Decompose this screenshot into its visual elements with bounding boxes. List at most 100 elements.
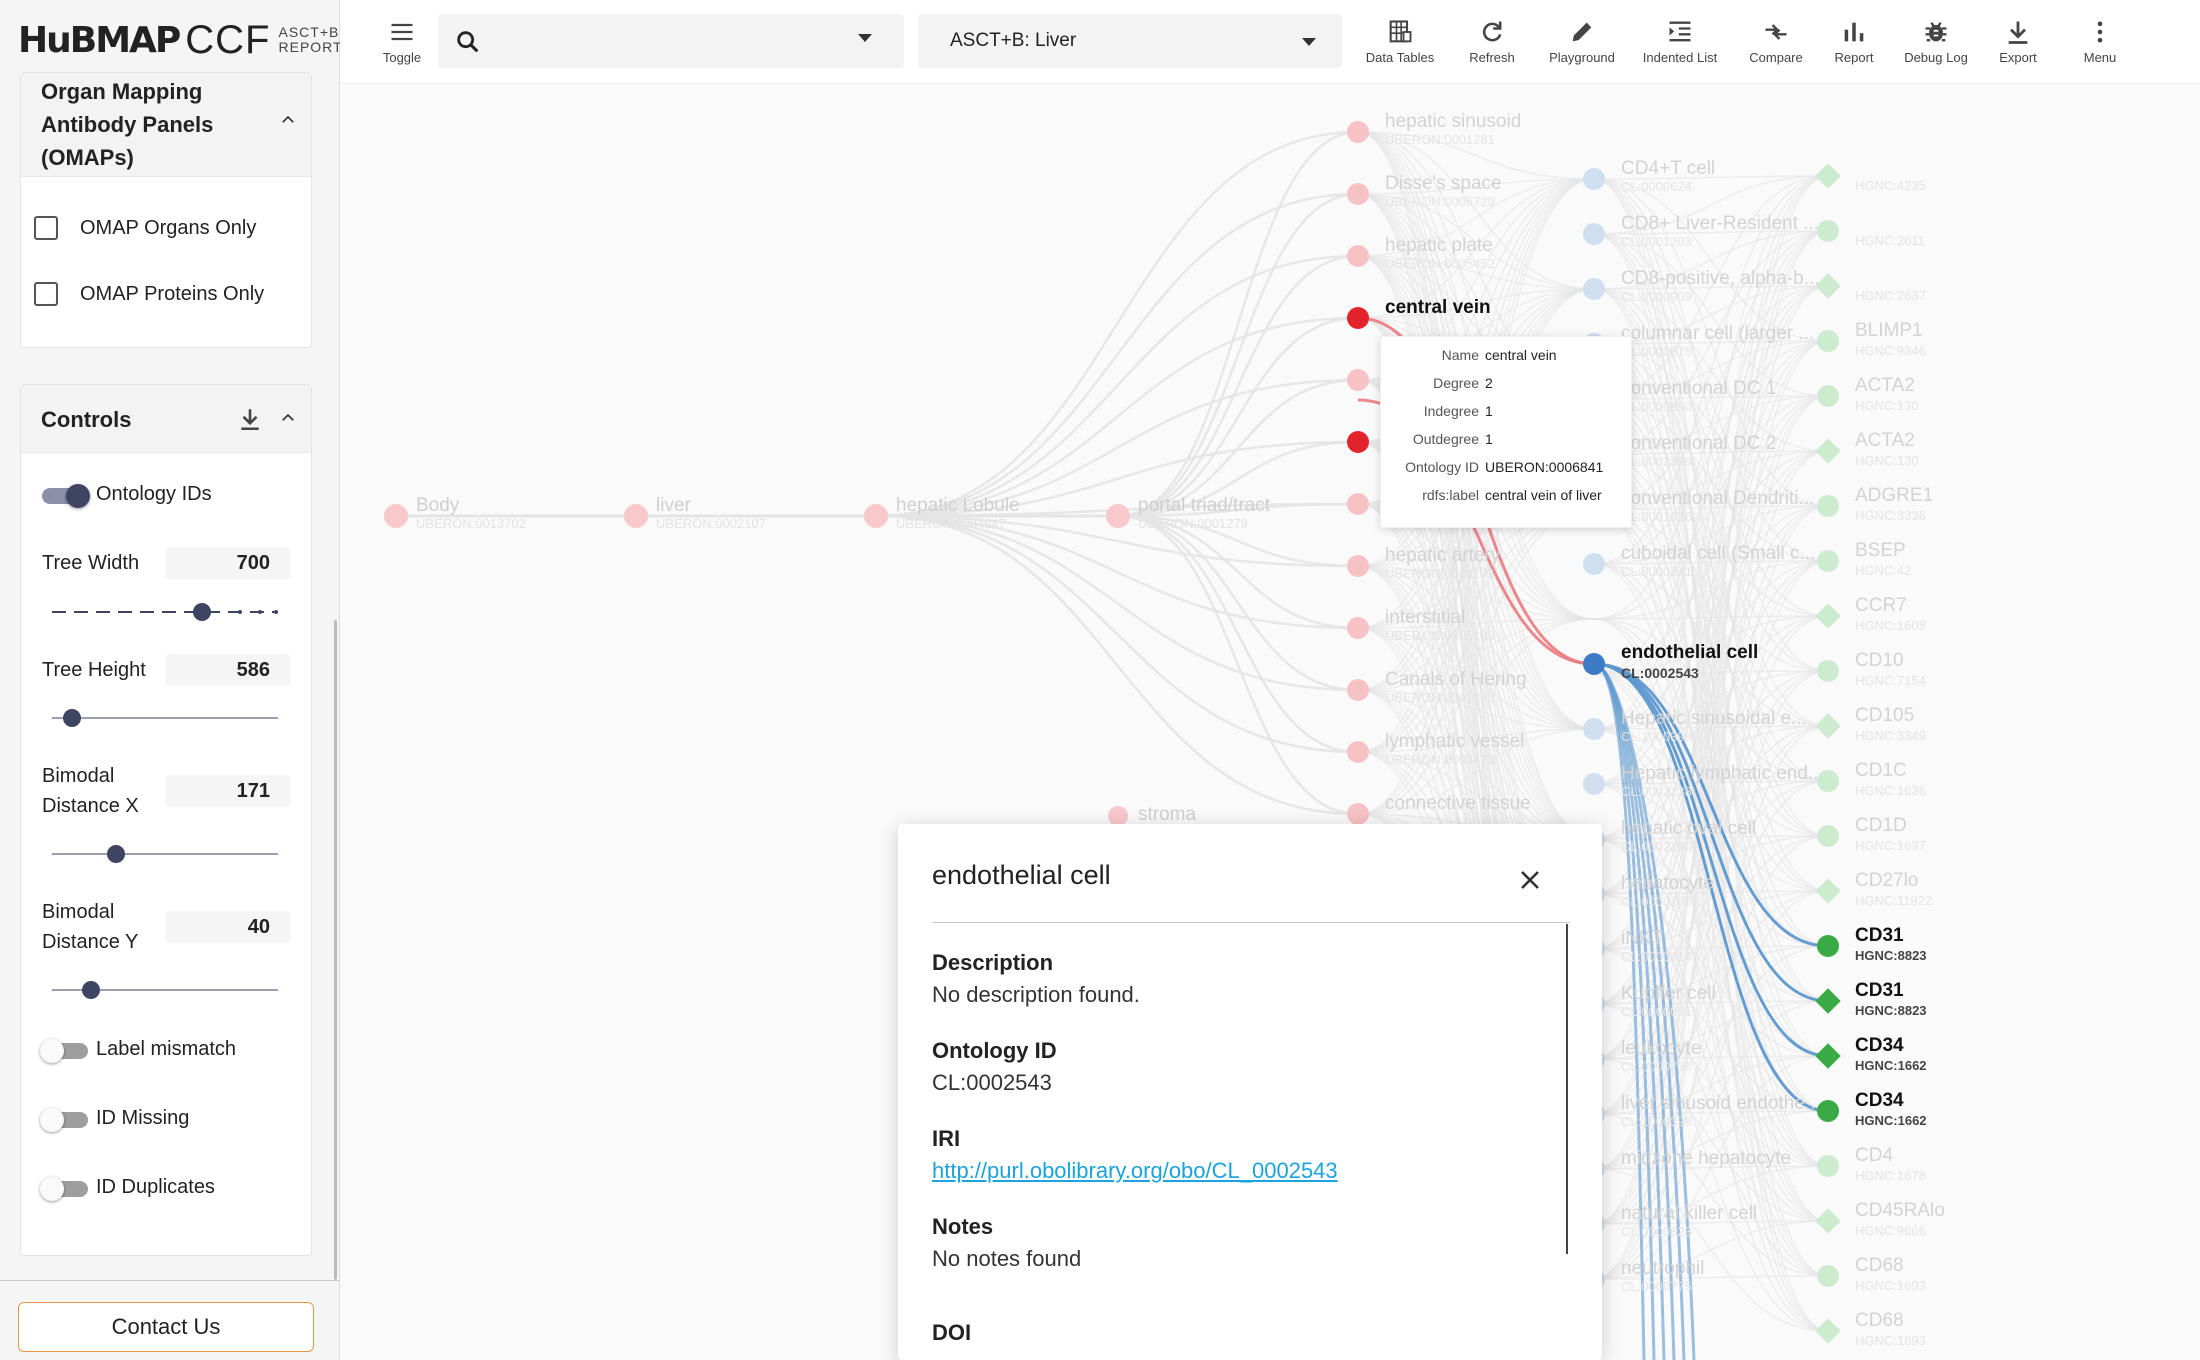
bm-node-id: HGNC:1662 [1855, 1113, 1927, 1128]
ct-node-label: conventional DC 2 [1621, 433, 1776, 454]
pencil-icon [1572, 22, 1592, 42]
dialog-scrollbar[interactable] [1566, 924, 1568, 1254]
contact-us-button[interactable]: Contact Us [18, 1302, 314, 1352]
toggle-button[interactable]: Toggle [372, 18, 432, 65]
ct-node-label: CD4+T cell [1621, 158, 1715, 179]
ct-node [1583, 718, 1605, 740]
bm-node-id: HGNC:9346 [1855, 343, 1926, 358]
chevron-down-icon[interactable] [858, 34, 872, 42]
tree-height-slider[interactable] [52, 708, 278, 728]
chevron-up-icon[interactable] [279, 111, 294, 125]
bm-node-label: ACTA2 [1855, 430, 1915, 451]
tree-height-input[interactable]: 586 [166, 654, 290, 686]
bm-node-id: HGNC:3349 [1855, 728, 1926, 743]
bug-icon [1925, 22, 1947, 42]
bm-node-label: CD105 [1855, 705, 1914, 726]
label-mismatch-toggle-row[interactable]: Label mismatch [40, 1038, 236, 1063]
indented-list-button[interactable]: Indented List [1632, 18, 1728, 65]
bimodal-y-slider-thumb[interactable] [82, 981, 100, 999]
playground-button[interactable]: Playground [1540, 18, 1624, 65]
ct-node-id: CL:0000909 [1621, 289, 1692, 304]
export-button[interactable]: Export [1988, 18, 2048, 65]
omap-organs-only-label: OMAP Organs Only [80, 216, 257, 239]
bm-node-label: BSEP [1855, 540, 1906, 561]
menu-button[interactable]: Menu [2070, 18, 2130, 65]
ct-node [1583, 773, 1605, 795]
chevron-up-icon[interactable] [279, 409, 294, 423]
ontology-ids-toggle[interactable] [42, 483, 90, 508]
bm-node [1817, 1265, 1839, 1287]
tree-width-slider[interactable] [52, 602, 278, 622]
bm-node-id: HGNC:1693 [1855, 1333, 1926, 1348]
ct-node-id: CL:0000241 [1621, 564, 1692, 579]
bm-node-label: CD68 [1855, 1310, 1904, 1331]
controls-panel-header[interactable]: Controls [21, 385, 311, 453]
ct-node-id: CL:0000775 [1621, 1279, 1692, 1294]
bm-node-label: CD1D [1855, 815, 1907, 836]
ct-node-id: CL:0000624 [1621, 179, 1692, 194]
bm-node-label: CD27lo [1855, 870, 1918, 891]
tree-width-slider-thumb[interactable] [193, 603, 211, 621]
omap-organs-only-checkbox[interactable] [34, 216, 58, 240]
id-missing-toggle[interactable] [40, 1107, 88, 1132]
tree-height-slider-thumb[interactable] [63, 709, 81, 727]
tooltip-key: Indegree [1423, 403, 1479, 419]
bm-node-label: CD31 [1855, 980, 1904, 1001]
sheet-select[interactable]: ASCT+B: Liver [918, 14, 1342, 68]
dialog-divider [932, 922, 1570, 923]
report-button[interactable]: Report [1824, 18, 1884, 65]
omap-panel-header[interactable]: Organ Mapping Antibody Panels (OMAPs) [21, 73, 311, 177]
as-node [1347, 679, 1369, 701]
bimodal-x-slider-thumb[interactable] [107, 845, 125, 863]
notes-value: No notes found [932, 1246, 1082, 1271]
ct-node-label: endothelial cell [1621, 642, 1758, 663]
iri-link[interactable]: http://purl.obolibrary.org/obo/CL_000254… [932, 1158, 1338, 1184]
as-node-id: UBERON:0001473 [1385, 752, 1495, 767]
sidebar-scrollbar[interactable] [334, 620, 337, 1280]
id-duplicates-toggle-row[interactable]: ID Duplicates [40, 1176, 215, 1201]
ct-node-id: CL:0002543 [1621, 665, 1699, 681]
bimodal-y-input[interactable]: 40 [166, 911, 290, 943]
data-tables-button[interactable]: Data Tables [1360, 18, 1440, 65]
omap-proteins-only-row[interactable]: OMAP Proteins Only [34, 282, 264, 306]
bm-node-label: ADGRE1 [1855, 485, 1933, 506]
ontology-ids-toggle-row[interactable]: Ontology IDs [42, 483, 212, 508]
ct-node-label: leukocyte [1621, 1038, 1701, 1059]
ct-node-label: conventional Dendriti... [1621, 488, 1814, 509]
label-mismatch-toggle[interactable] [40, 1038, 88, 1063]
close-icon[interactable] [1518, 868, 1542, 892]
download-icon [2008, 21, 2028, 44]
ct-node-label: Kupffer cell [1621, 983, 1716, 1004]
ct-node-label: midzone hepatocyte [1621, 1148, 1791, 1169]
bm-node [1815, 163, 1841, 189]
ct-node [1583, 223, 1605, 245]
bm-node-label: CD45RAlo [1855, 1200, 1945, 1221]
bm-node-id: HGNC:1678 [1855, 1168, 1926, 1183]
tooltip-value: UBERON:0006841 [1485, 459, 1604, 475]
bm-node-label: BLIMP1 [1855, 320, 1923, 341]
refresh-button[interactable]: Refresh [1462, 18, 1522, 65]
as-node-label: hepatic plate [1385, 235, 1493, 256]
omap-proteins-only-checkbox[interactable] [34, 282, 58, 306]
as-node [1347, 121, 1369, 143]
as-node-label: connective tissue [1385, 793, 1531, 814]
ct-node-label: CD8-positive, alpha-b... [1621, 268, 1820, 289]
omap-organs-only-row[interactable]: OMAP Organs Only [34, 216, 256, 240]
bimodal-x-slider[interactable] [52, 844, 278, 864]
search-input[interactable] [438, 14, 904, 68]
bm-node-id: HGNC:7154 [1855, 673, 1926, 688]
compare-button[interactable]: Compare [1740, 18, 1812, 65]
bimodal-x-input[interactable]: 171 [166, 775, 290, 807]
id-duplicates-toggle[interactable] [40, 1176, 88, 1201]
bimodal-y-slider[interactable] [52, 980, 278, 1000]
download-icon[interactable] [237, 405, 263, 438]
id-missing-toggle-row[interactable]: ID Missing [40, 1107, 189, 1132]
tree-width-input[interactable]: 700 [166, 547, 290, 579]
bm-node-label: CD68 [1855, 1255, 1904, 1276]
as-node [1347, 803, 1369, 825]
sheet-select-value: ASCT+B: Liver [950, 30, 1077, 51]
bm-node [1815, 1318, 1841, 1344]
logo-hubmap: HuBMAP [18, 19, 181, 61]
as-node-id: UBERON:0005452 [1385, 256, 1495, 271]
debug-log-button[interactable]: Debug Log [1896, 18, 1976, 65]
